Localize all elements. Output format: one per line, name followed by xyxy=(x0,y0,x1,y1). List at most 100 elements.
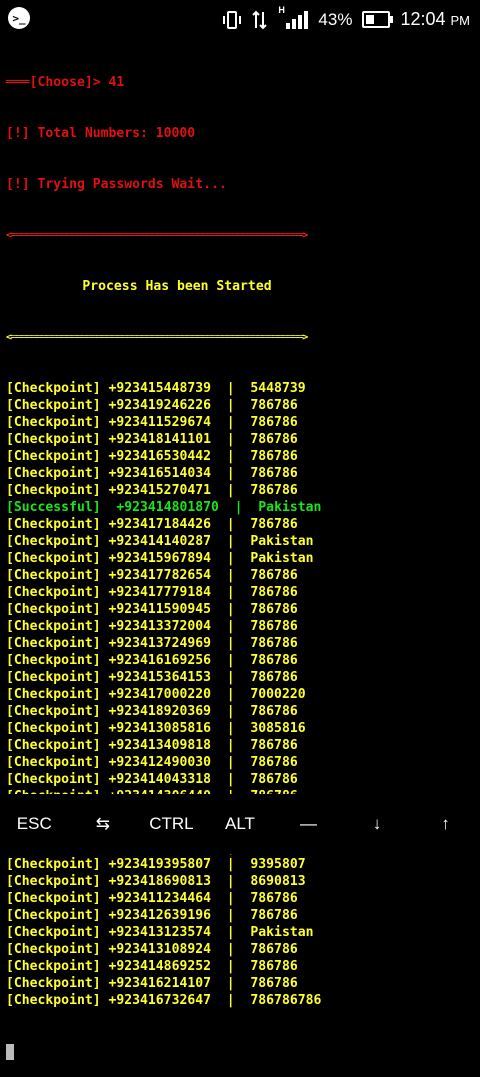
row-tag: [Checkpoint] xyxy=(6,942,101,957)
row-number: +923419246226 xyxy=(108,398,211,413)
result-row: [Checkpoint] +923415967894 | Pakistan xyxy=(6,551,314,566)
result-row: [Checkpoint] +923416514034 | 786786 xyxy=(6,466,298,481)
row-number: +923417184426 xyxy=(108,517,211,532)
row-value: 786786 xyxy=(250,466,298,481)
row-value: 786786 xyxy=(250,908,298,923)
row-number: +923416214107 xyxy=(108,976,211,991)
result-row: [Checkpoint] +923417184426 | 786786 xyxy=(6,517,298,532)
vibrate-icon xyxy=(223,10,242,29)
row-number: +923417782654 xyxy=(108,568,211,583)
up-arrow-key[interactable]: ↑ xyxy=(412,814,480,834)
result-row: [Checkpoint] +923412490030 | 786786 xyxy=(6,755,298,770)
row-number: +923411590945 xyxy=(108,602,211,617)
row-tag: [Checkpoint] xyxy=(6,432,101,447)
row-value: 786786 xyxy=(250,976,298,991)
signal-icon: H xyxy=(278,5,309,29)
row-value: 786786 xyxy=(250,585,298,600)
alt-key[interactable]: ALT xyxy=(206,814,274,834)
row-value: 786786786 xyxy=(250,993,322,1008)
terminal-output[interactable]: ═══[Choose]> 41 [!] Total Numbers: 10000… xyxy=(6,40,476,1077)
row-tag: [Checkpoint] xyxy=(6,568,101,583)
status-bar: >_ H 43% 12:04 PM xyxy=(0,0,480,38)
result-row: [Checkpoint] +923416214107 | 786786 xyxy=(6,976,298,991)
yellow-divider: <═══════════════════════════════════════… xyxy=(6,332,308,343)
down-arrow-key[interactable]: ↓ xyxy=(343,814,411,834)
row-value: 786786 xyxy=(250,483,298,498)
row-tag: [Checkpoint] xyxy=(6,602,101,617)
row-value: Pakistan xyxy=(258,500,322,515)
row-tag: [Checkpoint] xyxy=(6,551,101,566)
row-tag: [Checkpoint] xyxy=(6,381,101,396)
row-tag: [Checkpoint] xyxy=(6,415,101,430)
result-row: [Checkpoint] +923418690813 | 8690813 xyxy=(6,874,306,889)
result-row: [Successful] +923414801870 | Pakistan xyxy=(6,500,322,515)
row-tag: [Checkpoint] xyxy=(6,687,101,702)
result-row: [Checkpoint] +923413724969 | 786786 xyxy=(6,636,298,651)
row-number: +923416732647 xyxy=(108,993,211,1008)
row-value: 786786 xyxy=(250,942,298,957)
trying-passwords-line: [!] Trying Passwords Wait... xyxy=(6,177,227,192)
row-value: 3085816 xyxy=(250,721,306,736)
row-tag: [Checkpoint] xyxy=(6,585,101,600)
result-row: [Checkpoint] +923417779184 | 786786 xyxy=(6,585,298,600)
row-number: +923413085816 xyxy=(108,721,211,736)
result-row: [Checkpoint] +923411234464 | 786786 xyxy=(6,891,298,906)
row-number: +923412639196 xyxy=(108,908,211,923)
terminal-cursor xyxy=(6,1043,14,1060)
row-value: 786786 xyxy=(250,517,298,532)
result-row: [Checkpoint] +923419246226 | 786786 xyxy=(6,398,298,413)
row-number: +923413724969 xyxy=(108,636,211,651)
row-tag: [Checkpoint] xyxy=(6,993,101,1008)
row-number: +923412490030 xyxy=(108,755,211,770)
row-tag: [Checkpoint] xyxy=(6,653,101,668)
row-number: +923413409818 xyxy=(108,738,211,753)
row-value: 786786 xyxy=(250,755,298,770)
result-row: [Checkpoint] +923413085816 | 3085816 xyxy=(6,721,306,736)
result-row: [Checkpoint] +923417000220 | 7000220 xyxy=(6,687,306,702)
row-value: 786786 xyxy=(250,432,298,447)
dash-key[interactable]: — xyxy=(275,814,343,834)
row-value: 786786 xyxy=(250,704,298,719)
row-tag: [Checkpoint] xyxy=(6,959,101,974)
row-tag: [Checkpoint] xyxy=(6,619,101,634)
row-tag: [Checkpoint] xyxy=(6,704,101,719)
result-row: [Checkpoint] +923415448739 | 5448739 xyxy=(6,381,306,396)
row-value: 786786 xyxy=(250,891,298,906)
row-tag: [Checkpoint] xyxy=(6,738,101,753)
row-value: 786786 xyxy=(250,619,298,634)
row-number: +923413123574 xyxy=(108,925,211,940)
row-number: +923416530442 xyxy=(108,449,211,464)
row-number: +923415270471 xyxy=(108,483,211,498)
row-value: Pakistan xyxy=(250,534,314,549)
process-started-line: Process Has been Started xyxy=(82,279,272,294)
row-value: 786786 xyxy=(250,602,298,617)
row-value: 786786 xyxy=(250,568,298,583)
result-row: [Checkpoint] +923415270471 | 786786 xyxy=(6,483,298,498)
row-number: +923418141101 xyxy=(108,432,211,447)
row-number: +923414043318 xyxy=(108,772,211,787)
result-row: [Checkpoint] +923417782654 | 786786 xyxy=(6,568,298,583)
row-number: +923415967894 xyxy=(108,551,211,566)
row-value: 8690813 xyxy=(250,874,306,889)
row-tag: [Checkpoint] xyxy=(6,857,101,872)
row-number: +923419395807 xyxy=(108,857,211,872)
result-row: [Checkpoint] +923413108924 | 786786 xyxy=(6,942,298,957)
row-tag: [Checkpoint] xyxy=(6,874,101,889)
terminal-notification-icon: >_ xyxy=(8,7,30,29)
input-line[interactable] xyxy=(6,1043,476,1060)
ctrl-key[interactable]: CTRL xyxy=(137,814,205,834)
row-value: 5448739 xyxy=(250,381,306,396)
data-transfer-icon xyxy=(252,10,268,29)
row-tag: [Checkpoint] xyxy=(6,636,101,651)
row-value: 786786 xyxy=(250,959,298,974)
row-number: +923416169256 xyxy=(108,653,211,668)
tab-key[interactable]: ⇆ xyxy=(69,814,137,834)
row-tag: [Checkpoint] xyxy=(6,534,101,549)
row-tag: [Checkpoint] xyxy=(6,398,101,413)
result-row: [Checkpoint] +923413409818 | 786786 xyxy=(6,738,298,753)
result-row: [Checkpoint] +923411590945 | 786786 xyxy=(6,602,298,617)
row-number: +923417000220 xyxy=(108,687,211,702)
row-number: +923411234464 xyxy=(108,891,211,906)
choose-line: ═══[Choose]> 41 xyxy=(6,75,125,90)
esc-key[interactable]: ESC xyxy=(0,814,68,834)
